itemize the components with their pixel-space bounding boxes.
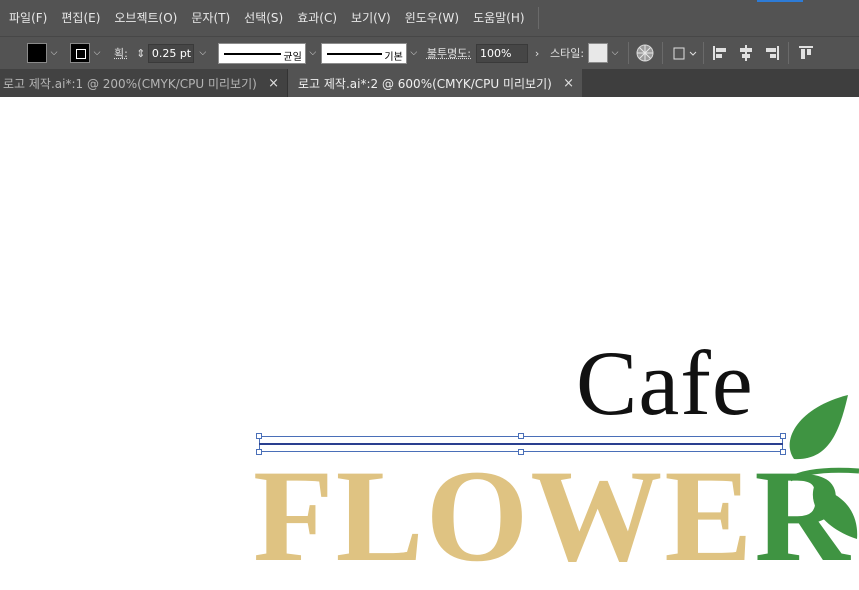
- brush-line: [326, 52, 382, 55]
- menu-divider: [537, 7, 539, 29]
- close-icon[interactable]: ×: [563, 76, 574, 91]
- stroke-weight-stepper-icon[interactable]: ⇕: [134, 43, 148, 63]
- profile-chevron-icon[interactable]: ⌵: [306, 43, 320, 63]
- menu-type[interactable]: 문자(T): [184, 0, 237, 36]
- align-to-selection-icon[interactable]: [671, 42, 699, 64]
- stroke-color-swatch[interactable]: [70, 43, 90, 63]
- leaf-branch-graphic[interactable]: [760, 389, 859, 539]
- brush-label: 기본: [384, 51, 403, 63]
- control-divider: [628, 42, 630, 64]
- style-chevron-icon[interactable]: ⌵: [608, 43, 622, 63]
- handle-top-right[interactable]: [780, 433, 786, 439]
- flower-gold-letters: FLOWE: [253, 442, 755, 589]
- brush-chevron-icon[interactable]: ⌵: [407, 43, 421, 63]
- menu-file[interactable]: 파일(F): [2, 0, 54, 36]
- recolor-artwork-icon[interactable]: [634, 42, 656, 64]
- opacity-label[interactable]: 불투명도:: [427, 45, 471, 61]
- opacity-field[interactable]: 100%: [476, 43, 529, 63]
- handle-top-left[interactable]: [256, 433, 262, 439]
- control-divider-2: [662, 42, 664, 64]
- tab-label: 로고 제작.ai*:1 @ 200%(CMYK/CPU 미리보기): [3, 76, 257, 91]
- tab-logo-1[interactable]: 로고 제작.ai*:1 @ 200%(CMYK/CPU 미리보기) ×: [0, 69, 288, 97]
- control-bar: ⌵ ⌵ 획: ⇕ 0.25 pt ⌵ 균일 ⌵ 기본 ⌵ 불투명도: 100% …: [0, 36, 859, 69]
- tab-label: 로고 제작.ai*:2 @ 600%(CMYK/CPU 미리보기): [298, 76, 552, 91]
- artboard-canvas[interactable]: Cafe FLOWER: [0, 97, 859, 590]
- profile-label: 균일: [283, 51, 302, 63]
- style-label: 스타일:: [550, 47, 585, 60]
- cafe-text[interactable]: Cafe: [576, 337, 754, 429]
- menu-effect[interactable]: 효과(C): [290, 0, 344, 36]
- handle-bottom-center[interactable]: [518, 449, 524, 455]
- profile-line: [223, 52, 281, 55]
- opacity-arrow-icon[interactable]: ›: [530, 43, 544, 63]
- stroke-label[interactable]: 획:: [114, 45, 128, 61]
- stroke-weight-field[interactable]: 0.25 pt: [147, 43, 194, 63]
- menu-window[interactable]: 윈도우(W): [398, 0, 466, 36]
- menu-select[interactable]: 선택(S): [237, 0, 290, 36]
- fill-color-swatch[interactable]: [27, 43, 47, 63]
- fill-dropdown-chevron-icon[interactable]: ⌵: [47, 43, 61, 63]
- workspace-accent: [757, 0, 803, 2]
- menu-help[interactable]: 도움말(H): [466, 0, 532, 36]
- menu-object[interactable]: 오브젝트(O): [107, 0, 184, 36]
- control-divider-3: [703, 42, 705, 64]
- stroke-weight-chevron-icon[interactable]: ⌵: [196, 43, 210, 63]
- document-tab-bar: 로고 제작.ai*:1 @ 200%(CMYK/CPU 미리보기) × 로고 제…: [0, 69, 859, 97]
- align-horizontal-center-icon[interactable]: [735, 42, 757, 64]
- selected-line-path[interactable]: [259, 443, 783, 445]
- align-top-icon[interactable]: [795, 42, 817, 64]
- handle-bottom-right[interactable]: [780, 449, 786, 455]
- menu-bar: 파일(F) 편집(E) 오브젝트(O) 문자(T) 선택(S) 효과(C) 보기…: [0, 0, 859, 36]
- tab-logo-2[interactable]: 로고 제작.ai*:2 @ 600%(CMYK/CPU 미리보기) ×: [288, 69, 582, 97]
- stroke-dropdown-chevron-icon[interactable]: ⌵: [90, 43, 104, 63]
- align-left-icon[interactable]: [709, 42, 731, 64]
- variable-width-profile[interactable]: 균일: [217, 42, 306, 64]
- menu-edit[interactable]: 편집(E): [54, 0, 107, 36]
- handle-bottom-left[interactable]: [256, 449, 262, 455]
- handle-top-center[interactable]: [518, 433, 524, 439]
- brush-definition[interactable]: 기본: [320, 42, 407, 64]
- control-divider-4: [788, 42, 790, 64]
- graphic-style-swatch[interactable]: [588, 43, 609, 63]
- menu-view[interactable]: 보기(V): [344, 0, 398, 36]
- align-right-icon[interactable]: [761, 42, 783, 64]
- close-icon[interactable]: ×: [268, 76, 279, 91]
